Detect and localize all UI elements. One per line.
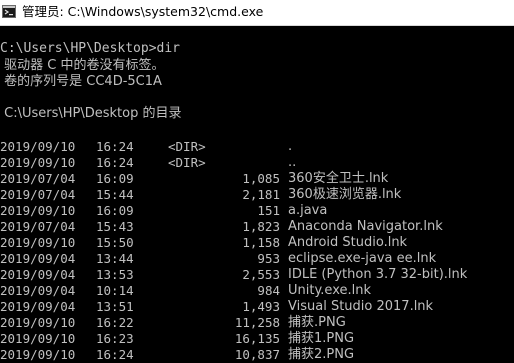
entry-size: 1,158	[242, 235, 280, 250]
entry-time: 16:09	[96, 171, 134, 186]
entry-time: 16:24	[96, 155, 134, 170]
entry-date: 2019/07/04	[0, 171, 76, 186]
entry-time: 10:14	[96, 283, 134, 298]
directory-entry: 2019/09/04 13:53 2,553 IDLE (Python 3.7 32-…	[0, 267, 514, 283]
entry-size: 1,085	[242, 171, 280, 186]
title-bar[interactable]: 管理员: C:\Windows\system32\cmd.exe	[0, 0, 514, 26]
entry-size: 1,823	[242, 219, 280, 234]
directory-entry: 2019/09/10 16:24 <DIR>.	[0, 139, 514, 155]
console-output[interactable]: C:\Users\HP\Desktop>dir 驱动器 C 中的卷没有标签。 卷…	[0, 26, 514, 363]
entry-date: 2019/09/10	[0, 203, 76, 218]
directory-entry: 2019/07/04 16:09 1,085 360安全卫士.lnk	[0, 171, 514, 187]
entry-date: 2019/09/10	[0, 331, 76, 346]
entry-name: Visual Studio 2017.lnk	[288, 299, 434, 314]
entry-date: 2019/09/10	[0, 315, 76, 330]
entry-name: 捕获.PNG	[288, 315, 346, 330]
entry-date: 2019/09/04	[0, 283, 76, 298]
directory-entry: 2019/09/04 10:14 984 Unity.exe.lnk	[0, 283, 514, 299]
entry-date: 2019/07/04	[0, 219, 76, 234]
entry-name: .	[288, 139, 293, 154]
directory-entry: 2019/07/04 15:43 1,823 Anaconda Navigator.l…	[0, 219, 514, 235]
entry-name: eclipse.exe-java ee.lnk	[288, 251, 437, 266]
entry-name: Anaconda Navigator.lnk	[288, 219, 443, 234]
entry-size: 11,258	[234, 315, 280, 330]
serial-number-line: 卷的序列号是 CC4D-5C1A	[0, 74, 162, 89]
entry-date: 2019/09/10	[0, 347, 76, 362]
entry-name: Unity.exe.lnk	[288, 283, 372, 298]
entry-dir-tag: <DIR>	[168, 155, 206, 170]
entry-date: 2019/09/04	[0, 267, 76, 282]
directory-entry: 2019/07/04 15:44 2,181 360极速浏览器.lnk	[0, 187, 514, 203]
entry-size: 10,837	[234, 347, 280, 362]
entry-time: 16:23	[96, 331, 134, 346]
entry-size: 2,553	[242, 267, 280, 282]
entry-size: 2,181	[242, 187, 280, 202]
entry-time: 15:43	[96, 219, 134, 234]
entry-time: 16:09	[96, 203, 134, 218]
directory-entry: 2019/09/10 16:23 16,135 捕获1.PNG	[0, 331, 514, 347]
entry-name: Android Studio.lnk	[288, 235, 408, 250]
directory-entry: 2019/09/10 16:22 11,258 捕获.PNG	[0, 315, 514, 331]
entry-size: 151	[257, 203, 280, 218]
entry-size: 1,493	[242, 299, 280, 314]
entry-date: 2019/09/04	[0, 299, 76, 314]
entry-size: 16,135	[234, 331, 280, 346]
entry-time: 15:50	[96, 235, 134, 250]
entry-name: a.java	[288, 203, 328, 218]
entry-date: 2019/09/10	[0, 139, 76, 154]
directory-entry: 2019/09/10 16:24 <DIR>..	[0, 155, 514, 171]
entry-dir-tag: <DIR>	[168, 139, 206, 154]
entry-time: 16:24	[96, 347, 134, 362]
window-title: 管理员: C:\Windows\system32\cmd.exe	[22, 4, 264, 19]
entry-size: 953	[257, 251, 280, 266]
directory-heading: C:\Users\HP\Desktop 的目录	[0, 106, 182, 121]
directory-entry: 2019/09/04 13:51 1,493 Visual Studio 2017.l…	[0, 299, 514, 315]
directory-entry: 2019/09/10 15:50 1,158 Android Studio.lnk	[0, 235, 514, 251]
entry-time: 13:44	[96, 251, 134, 266]
entry-name: 360安全卫士.lnk	[288, 171, 389, 186]
entry-time: 13:53	[96, 267, 134, 282]
cmd-icon	[2, 5, 16, 18]
entry-time: 16:24	[96, 139, 134, 154]
entry-name: 捕获1.PNG	[288, 331, 355, 346]
entry-date: 2019/09/10	[0, 155, 76, 170]
directory-entry: 2019/09/10 16:24 10,837 捕获2.PNG	[0, 347, 514, 363]
entry-name: ..	[288, 155, 297, 170]
entry-date: 2019/09/04	[0, 251, 76, 266]
directory-entry: 2019/09/04 13:44 953 eclipse.exe-java ee.ln…	[0, 251, 514, 267]
prompt-line: C:\Users\HP\Desktop>dir	[0, 41, 181, 56]
entry-time: 13:51	[96, 299, 134, 314]
directory-entry: 2019/09/10 16:09 151 a.java	[0, 203, 514, 219]
entry-size: 984	[257, 283, 280, 298]
entry-time: 16:22	[96, 315, 134, 330]
entry-date: 2019/09/10	[0, 235, 76, 250]
entry-date: 2019/07/04	[0, 187, 76, 202]
volume-label-line: 驱动器 C 中的卷没有标签。	[0, 58, 165, 73]
entry-name: IDLE (Python 3.7 32-bit).lnk	[288, 267, 468, 282]
entry-name: 360极速浏览器.lnk	[288, 187, 402, 202]
cmd-window: 管理员: C:\Windows\system32\cmd.exe C:\User…	[0, 0, 514, 363]
entry-name: 捕获2.PNG	[288, 347, 355, 362]
entry-time: 15:44	[96, 187, 134, 202]
